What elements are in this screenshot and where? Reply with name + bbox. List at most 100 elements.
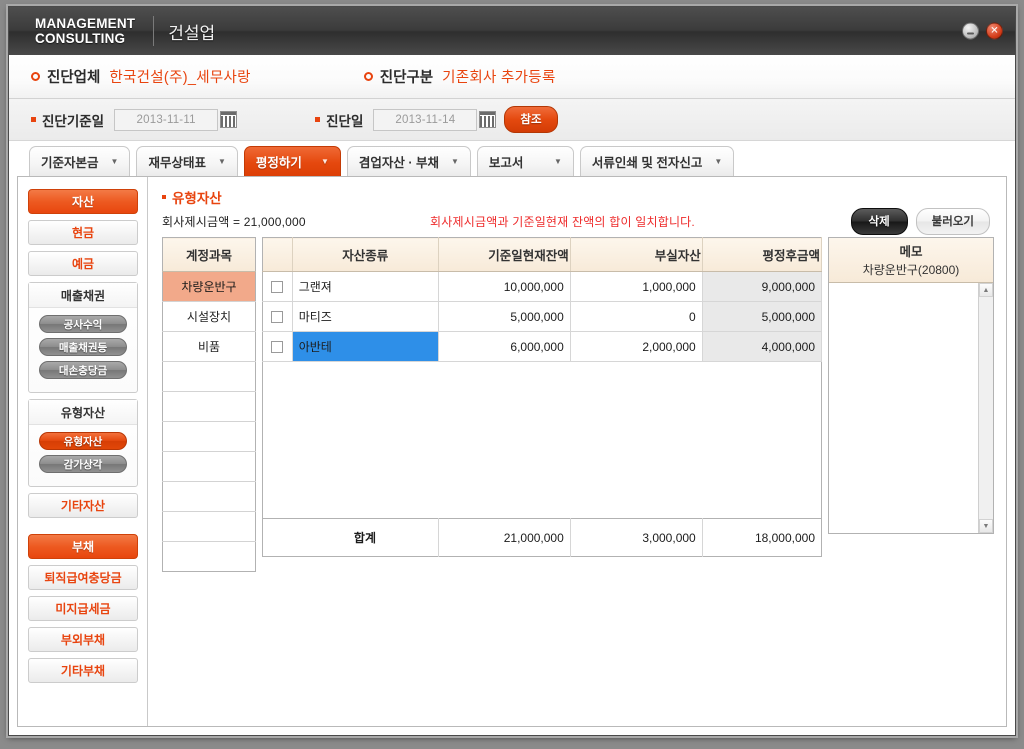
account-row-empty[interactable]: [162, 361, 256, 392]
action-buttons: 삭제 불러오기: [850, 208, 990, 235]
sidebar-item-severance-allowance[interactable]: 퇴직급여충당금: [28, 565, 138, 590]
sidebar-item-other-liabilities[interactable]: 기타부채: [28, 658, 138, 683]
table-row[interactable]: 아반테 6,000,000 2,000,000 4,000,000: [262, 331, 823, 362]
close-icon[interactable]: ✕: [986, 22, 1003, 40]
cell-current-balance[interactable]: 5,000,000: [438, 301, 571, 332]
delete-button[interactable]: 삭제: [850, 208, 908, 235]
diagnosis-date-label: 진단일: [326, 113, 364, 129]
base-date-slot: 진단기준일 2013-11-11: [31, 108, 238, 131]
row-checkbox-cell[interactable]: [262, 331, 293, 362]
checkbox-icon[interactable]: [271, 341, 284, 354]
page-title: 유형자산: [162, 187, 994, 207]
main-panel: 유형자산 회사제시금액 = 21,000,000 회사제시금액과 기준일현재 잔…: [148, 177, 1006, 726]
cell-current-balance[interactable]: 6,000,000: [438, 331, 571, 362]
tab-print-efiling[interactable]: 서류인쇄 및 전자신고 ▼: [579, 146, 735, 176]
company-label: 진단업체: [47, 70, 101, 86]
scroll-down-icon[interactable]: ▼: [979, 519, 993, 533]
sidebar-group-tangible-assets: 유형자산 유형자산 감가상각: [28, 399, 138, 487]
table-row[interactable]: 마티즈 5,000,000 0 5,000,000: [262, 301, 823, 332]
sidebar-item-deposit[interactable]: 예금: [28, 251, 138, 276]
memo-textarea[interactable]: [829, 283, 978, 533]
tab-report[interactable]: 보고서 ▼: [476, 146, 574, 176]
account-row-facilities[interactable]: 시설장치: [162, 301, 256, 332]
chevron-down-icon: ▼: [110, 157, 119, 166]
sidebar-item-other-assets[interactable]: 기타자산: [28, 493, 138, 518]
sidebar-chip-trade-receivables[interactable]: 매출채권등: [39, 338, 127, 356]
calendar-icon[interactable]: [220, 111, 238, 128]
tab-sideline-assets-liabilities[interactable]: 겸업자산 · 부채 ▼: [346, 146, 471, 176]
cell-asset-kind-selected[interactable]: 아반테: [292, 331, 439, 362]
tab-label: 기준자본금: [41, 156, 99, 170]
chevron-down-icon: ▼: [450, 157, 459, 166]
sidebar-header-liabilities[interactable]: 부채: [28, 534, 138, 559]
diagnosis-type-value: 기존회사 추가등록: [442, 70, 556, 86]
summary-row: 회사제시금액 = 21,000,000 회사제시금액과 기준일현재 잔액의 합이…: [162, 208, 994, 235]
table-row-empty[interactable]: [263, 362, 822, 519]
info-bar: 진단업체 한국건설(주)_세무사랑 진단구분 기존회사 추가등록: [9, 55, 1015, 99]
sidebar-group-title: 유형자산: [29, 400, 137, 425]
cell-bad-asset[interactable]: 0: [570, 301, 703, 332]
cell-after-amount: 9,000,000: [702, 271, 823, 302]
tab-label: 서류인쇄 및 전자신고: [591, 156, 703, 170]
cell-bad-asset[interactable]: 2,000,000: [570, 331, 703, 362]
empty-area[interactable]: [263, 362, 822, 519]
sidebar-chip-allowance-bad-debt[interactable]: 대손충당금: [39, 361, 127, 379]
load-button[interactable]: 불러오기: [915, 208, 990, 235]
account-row-vehicles[interactable]: 차량운반구: [162, 271, 256, 302]
account-row-empty[interactable]: [162, 391, 256, 422]
asset-table: 자산종류 기준일현재잔액 부실자산 평정후금액 그랜져 10,000,000 1…: [262, 237, 823, 557]
scroll-up-icon[interactable]: ▲: [979, 283, 993, 297]
chevron-down-icon: ▼: [320, 157, 329, 166]
header-current-balance: 기준일현재잔액: [438, 237, 571, 272]
total-bad-asset: 3,000,000: [570, 518, 703, 557]
tab-financial-statement[interactable]: 재무상태표 ▼: [136, 146, 238, 176]
calendar-icon[interactable]: [479, 111, 497, 128]
total-spacer: [262, 518, 293, 557]
account-row-empty[interactable]: [163, 542, 256, 572]
row-checkbox-cell[interactable]: [262, 271, 293, 302]
account-column-header: 계정과목: [162, 237, 256, 272]
refer-button[interactable]: 참조: [504, 106, 558, 133]
chevron-down-icon: ▼: [217, 157, 226, 166]
diagnosis-date-input[interactable]: 2013-11-14: [373, 108, 478, 131]
base-date-input[interactable]: 2013-11-11: [114, 108, 219, 131]
sidebar-item-cash[interactable]: 현금: [28, 220, 138, 245]
cell-current-balance[interactable]: 10,000,000: [438, 271, 571, 302]
row-checkbox-cell[interactable]: [262, 301, 293, 332]
minimize-icon[interactable]: [962, 22, 979, 40]
sidebar-chip-depreciation[interactable]: 감가상각: [39, 455, 127, 473]
sidebar-chip-construction-revenue[interactable]: 공사수익: [39, 315, 127, 333]
account-row-fixtures[interactable]: 비품: [162, 331, 256, 362]
checkbox-icon[interactable]: [271, 281, 284, 294]
tab-label: 재무상태표: [148, 156, 206, 170]
company-presented-amount: 회사제시금액 = 21,000,000: [162, 214, 306, 229]
sidebar-item-off-book-liabilities[interactable]: 부외부채: [28, 627, 138, 652]
brand-logo: MANAGEMENT CONSULTING: [35, 16, 136, 46]
table-total-row: 합계 21,000,000 3,000,000 18,000,000: [262, 518, 822, 557]
tab-base-capital[interactable]: 기준자본금 ▼: [29, 146, 131, 176]
memo-subtitle: 차량운반구(20800): [862, 263, 960, 277]
sidebar-item-unpaid-tax[interactable]: 미지급세금: [28, 596, 138, 621]
tab-evaluation[interactable]: 평정하기 ▼: [243, 146, 341, 176]
memo-header: 메모 차량운반구(20800): [829, 238, 993, 283]
sidebar-chip-tangible-assets[interactable]: 유형자산: [39, 432, 127, 450]
account-row-empty[interactable]: [162, 511, 256, 542]
memo-scrollbar[interactable]: ▲ ▼: [978, 283, 993, 533]
validation-message: 회사제시금액과 기준일현재 잔액의 합이 일치합니다.: [430, 214, 695, 229]
cell-bad-asset[interactable]: 1,000,000: [570, 271, 703, 302]
account-row-empty[interactable]: [162, 451, 256, 482]
brand-divider: [153, 16, 155, 46]
square-bullet-icon: [31, 117, 36, 122]
header-bad-asset: 부실자산: [570, 237, 703, 272]
title-bar: MANAGEMENT CONSULTING 건설업 ✕: [9, 7, 1015, 55]
account-column-table: 계정과목 차량운반구 시설장치 비품: [162, 237, 256, 572]
cell-asset-kind[interactable]: 그랜져: [292, 271, 439, 302]
cell-asset-kind[interactable]: 마티즈: [292, 301, 439, 332]
memo-title: 메모: [899, 245, 923, 259]
table-row[interactable]: 그랜져 10,000,000 1,000,000 9,000,000: [262, 271, 823, 302]
account-row-empty[interactable]: [162, 421, 256, 452]
checkbox-icon[interactable]: [271, 311, 284, 324]
total-label: 합계: [292, 518, 439, 557]
sidebar-header-assets[interactable]: 자산: [28, 189, 138, 214]
account-row-empty[interactable]: [162, 481, 256, 512]
